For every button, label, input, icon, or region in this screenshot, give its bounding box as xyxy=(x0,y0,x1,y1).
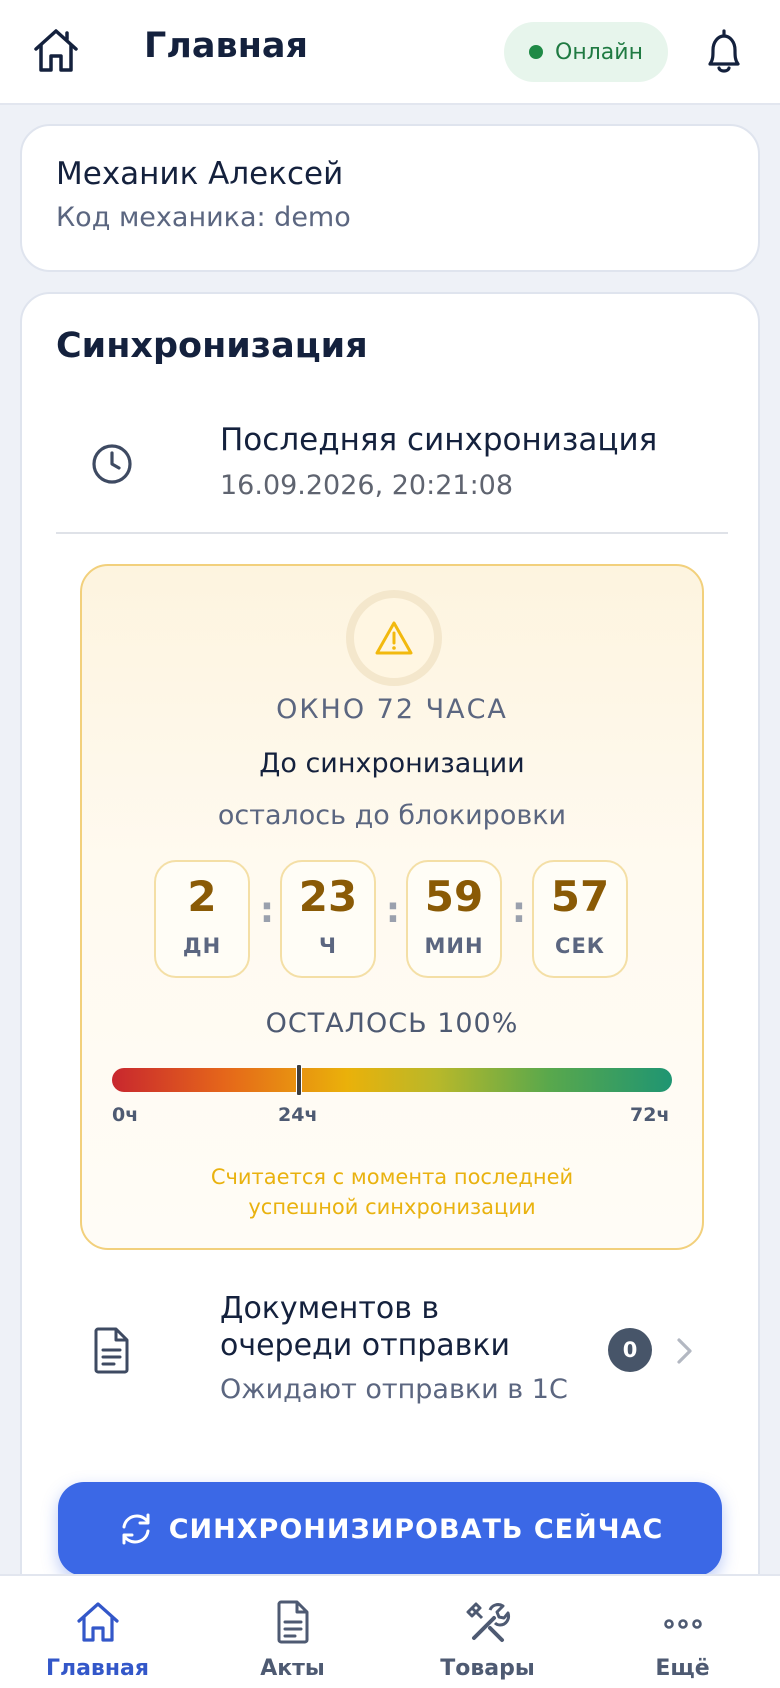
home-icon[interactable] xyxy=(30,24,82,76)
countdown-hours-value: 23 xyxy=(298,872,358,921)
sync-section-title: Синхронизация xyxy=(56,326,368,366)
countdown-hours: 23 Ч xyxy=(280,860,376,978)
countdown-separator: : xyxy=(259,890,275,931)
nav-label-acts: Акты xyxy=(260,1656,325,1681)
top-header: Главная Онлайн xyxy=(0,0,780,105)
nav-label-home: Главная xyxy=(45,1656,150,1681)
last-sync-row: Последняя синхронизация 16.09.2026, 20:2… xyxy=(56,412,728,534)
sync-card: Синхронизация Последняя синхронизация 16… xyxy=(20,292,760,1688)
countdown-minutes: 59 МИН xyxy=(406,860,502,978)
countdown-separator: : xyxy=(385,890,401,931)
nav-item-more[interactable]: Ещё xyxy=(585,1576,780,1688)
nav-item-goods[interactable]: Товары xyxy=(390,1576,585,1688)
nav-label-more: Ещё xyxy=(655,1656,710,1681)
clock-icon xyxy=(92,444,132,484)
sync-now-label: СИНХРОНИЗИРОВАТЬ СЕЙЧАС xyxy=(168,1513,664,1545)
document-icon xyxy=(94,1327,129,1374)
window-note-text: Считается с момента последней успешной с… xyxy=(210,1165,574,1219)
mechanic-name: Механик Алексей xyxy=(56,156,344,192)
status-label: Онлайн xyxy=(555,39,643,65)
bottom-navigation: Главная Акты Товары Ещё xyxy=(0,1574,780,1688)
queue-subtitle: Ожидают отправки в 1С xyxy=(220,1374,568,1405)
progress-marker xyxy=(295,1064,302,1096)
tick-label-start: 0ч xyxy=(112,1104,139,1126)
countdown-hours-unit: Ч xyxy=(319,934,337,958)
countdown-timer: 2 ДН : 23 Ч : 59 МИН : 57 СЕК xyxy=(154,860,634,980)
countdown-days-value: 2 xyxy=(187,872,217,921)
queue-row[interactable]: Документов в очереди отправки Ожидают от… xyxy=(56,1266,728,1426)
countdown-days-unit: ДН xyxy=(182,934,222,958)
remaining-progress-bar xyxy=(112,1064,672,1096)
app-root: Главная Онлайн Механик Алексей Код механ… xyxy=(0,0,780,1688)
online-status-badge: Онлайн xyxy=(504,22,668,82)
countdown-days: 2 ДН xyxy=(154,860,250,978)
window-title: ОКНО 72 ЧАСА xyxy=(276,694,508,725)
tick-label-middle: 24ч xyxy=(278,1104,318,1126)
chevron-right-icon xyxy=(677,1338,692,1364)
status-dot-icon xyxy=(529,45,544,59)
countdown-seconds-unit: СЕК xyxy=(555,934,605,958)
countdown-minutes-unit: МИН xyxy=(424,934,484,958)
document-icon xyxy=(277,1600,309,1644)
countdown-separator: : xyxy=(511,890,527,931)
window-until: До синхронизации xyxy=(259,748,525,779)
remaining-percent-label: ОСТАЛОСЬ 100% xyxy=(265,1008,519,1039)
sync-window-panel: ОКНО 72 ЧАСА До синхронизации осталось д… xyxy=(80,564,704,1250)
countdown-seconds-value: 57 xyxy=(550,872,610,921)
countdown-minutes-value: 59 xyxy=(424,872,484,921)
warning-badge xyxy=(346,590,442,686)
window-block-text: осталось до блокировки xyxy=(217,800,567,831)
sync-now-button[interactable]: СИНХРОНИЗИРОВАТЬ СЕЙЧАС xyxy=(58,1482,722,1576)
mechanic-code: Код механика: demo xyxy=(56,202,351,233)
nav-item-home[interactable]: Главная xyxy=(0,1576,195,1688)
last-sync-time: 16.09.2026, 20:21:08 xyxy=(220,470,514,501)
refresh-icon xyxy=(122,1513,150,1545)
last-sync-label: Последняя синхронизация xyxy=(220,422,658,458)
profile-card: Механик Алексей Код механика: demo xyxy=(20,124,760,272)
more-icon xyxy=(664,1619,702,1629)
queue-title: Документов в очереди отправки xyxy=(220,1291,510,1363)
nav-item-acts[interactable]: Акты xyxy=(195,1576,390,1688)
tick-label-end: 72ч xyxy=(630,1104,670,1126)
countdown-seconds: 57 СЕК xyxy=(532,860,628,978)
bell-icon[interactable] xyxy=(700,26,748,78)
window-note: Считается с момента последней успешной с… xyxy=(82,1162,702,1222)
warning-icon xyxy=(375,621,413,655)
page-title: Главная xyxy=(144,26,308,66)
queue-count-badge: 0 xyxy=(608,1328,652,1372)
home-icon xyxy=(77,1602,119,1642)
tools-icon xyxy=(466,1602,510,1642)
nav-label-goods: Товары xyxy=(440,1656,535,1681)
